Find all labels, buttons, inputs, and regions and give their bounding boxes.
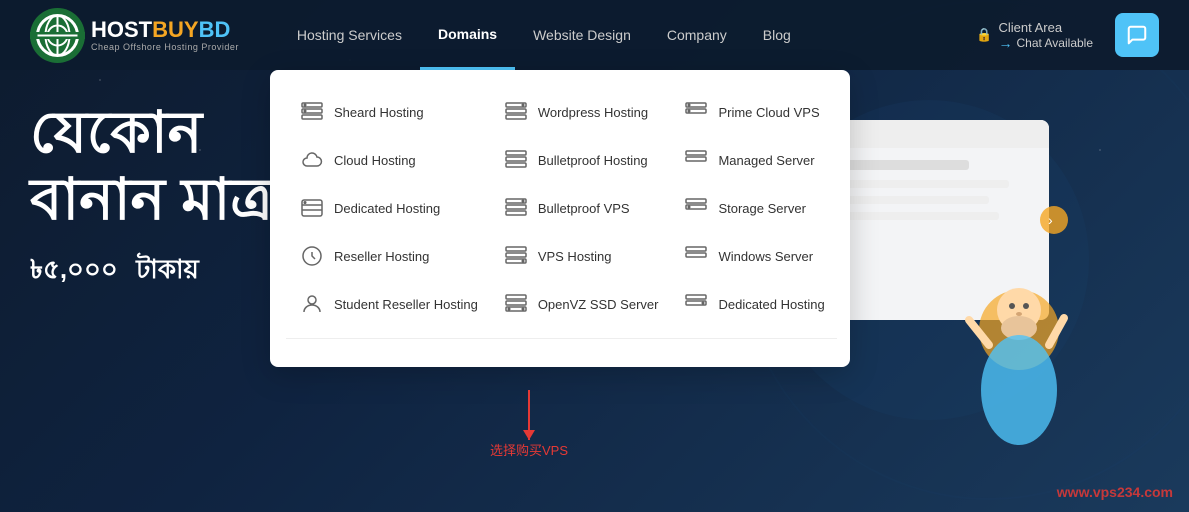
hero-price: ৳৫,০০০ টাকায় [30,249,273,293]
hero-price-amount: ৳৫,০০০ [30,254,118,284]
bulletproof-hosting-label: Bulletproof Hosting [538,153,648,168]
dropdown-item-windows-server[interactable]: Windows Server [670,234,836,278]
hero-headline: যেকোন বানান মাত্র [30,100,273,233]
bulletproof-vps-icon [502,194,530,222]
dedicated-hosting2-icon [682,290,710,318]
shared-hosting-icon [298,98,326,126]
bulletproof-vps-label: Bulletproof VPS [538,201,630,216]
annotation-arrow [528,390,530,440]
dropdown-item-wordpress-hosting[interactable]: Wordpress Hosting [490,90,671,134]
dropdown-item-reseller-hosting[interactable]: Reseller Hosting [286,234,490,278]
windows-server-icon [682,242,710,270]
openvz-ssd-label: OpenVZ SSD Server [538,297,659,312]
storage-server-icon [682,194,710,222]
storage-server-label: Storage Server [718,201,805,216]
logo-text: HOSTBUYBD [91,18,239,42]
nav-item-domains[interactable]: Domains [420,0,515,70]
logo[interactable]: HOSTBUYBD Cheap Offshore Hosting Provide… [30,8,239,63]
client-area-button[interactable]: 🔒 Client Area → Chat Available [967,14,1104,57]
dropdown-item-managed-server[interactable]: Managed Server [670,138,836,182]
prime-cloud-vps-label: Prime Cloud VPS [718,105,819,120]
lock-icon: 🔒 [977,27,993,43]
logo-buy: BUY [152,17,198,42]
dropdown-item-prime-cloud-vps[interactable]: Prime Cloud VPS [670,90,836,134]
logo-host: HOST [91,17,152,42]
nav-links: Hosting Services Domains Website Design … [279,0,967,70]
annotation: 选择购买VPS [490,390,568,459]
bulletproof-hosting-icon [502,146,530,174]
reseller-hosting-icon [298,242,326,270]
vps-hosting-icon [502,242,530,270]
reseller-hosting-label: Reseller Hosting [334,249,429,264]
dedicated-hosting-icon [298,194,326,222]
navbar: HOSTBUYBD Cheap Offshore Hosting Provide… [0,0,1189,70]
chat-button[interactable] [1115,13,1159,57]
nav-item-website-design[interactable]: Website Design [515,0,649,70]
nav-item-company[interactable]: Company [649,0,745,70]
cloud-hosting-label: Cloud Hosting [334,153,416,168]
wordpress-hosting-icon [502,98,530,126]
dropdown-item-dedicated-hosting[interactable]: Dedicated Hosting [286,186,490,230]
hosting-dropdown-menu: Sheard Hosting Wordpress Hosting Prime C… [270,70,850,367]
dropdown-item-student-reseller[interactable]: Student Reseller Hosting [286,282,490,326]
logo-text-wrap: HOSTBUYBD Cheap Offshore Hosting Provide… [91,18,239,52]
dropdown-item-storage-server[interactable]: Storage Server [670,186,836,230]
annotation-text: 选择购买VPS [490,440,568,459]
dedicated-hosting2-label: Dedicated Hosting [718,297,824,312]
openvz-ssd-icon [502,290,530,318]
windows-server-label: Windows Server [718,249,813,264]
dropdown-item-openvz-ssd[interactable]: OpenVZ SSD Server [490,282,671,326]
dropdown-item-shared-hosting[interactable]: Sheard Hosting [286,90,490,134]
dropdown-item-bulletproof-vps[interactable]: Bulletproof VPS [490,186,671,230]
svg-text:›: › [1048,212,1053,228]
logo-icon [30,8,85,63]
client-area-label: Client Area [999,20,1063,35]
logo-bd: BD [199,17,231,42]
chat-arrow-icon: → [999,35,1013,51]
wordpress-hosting-label: Wordpress Hosting [538,105,648,120]
chat-available-label: → Chat Available [999,35,1094,51]
dropdown-divider [286,338,837,339]
vps-hosting-label: VPS Hosting [538,249,612,264]
dedicated-hosting-label: Dedicated Hosting [334,201,440,216]
dropdown-item-bulletproof-hosting[interactable]: Bulletproof Hosting [490,138,671,182]
nav-item-blog[interactable]: Blog [745,0,809,70]
shared-hosting-label: Sheard Hosting [334,105,424,120]
dropdown-item-dedicated-hosting2[interactable]: Dedicated Hosting [670,282,836,326]
dropdown-item-vps-hosting[interactable]: VPS Hosting [490,234,671,278]
cloud-hosting-icon [298,146,326,174]
chat-icon [1126,24,1148,46]
managed-server-icon [682,146,710,174]
prime-cloud-vps-icon [682,98,710,126]
nav-right: 🔒 Client Area → Chat Available [967,13,1160,57]
client-chat-area: Client Area → Chat Available [999,20,1094,51]
hero-content: যেকোন বানান মাত্র ৳৫,০০০ টাকায় [30,100,273,293]
managed-server-label: Managed Server [718,153,814,168]
student-reseller-label: Student Reseller Hosting [334,297,478,312]
nav-item-hosting-services[interactable]: Hosting Services [279,0,420,70]
dropdown-item-cloud-hosting[interactable]: Cloud Hosting [286,138,490,182]
student-reseller-icon [298,290,326,318]
hero-price-suffix: টাকায় [136,254,199,284]
logo-tagline: Cheap Offshore Hosting Provider [91,42,239,52]
watermark: www.vps234.com [1057,484,1173,500]
